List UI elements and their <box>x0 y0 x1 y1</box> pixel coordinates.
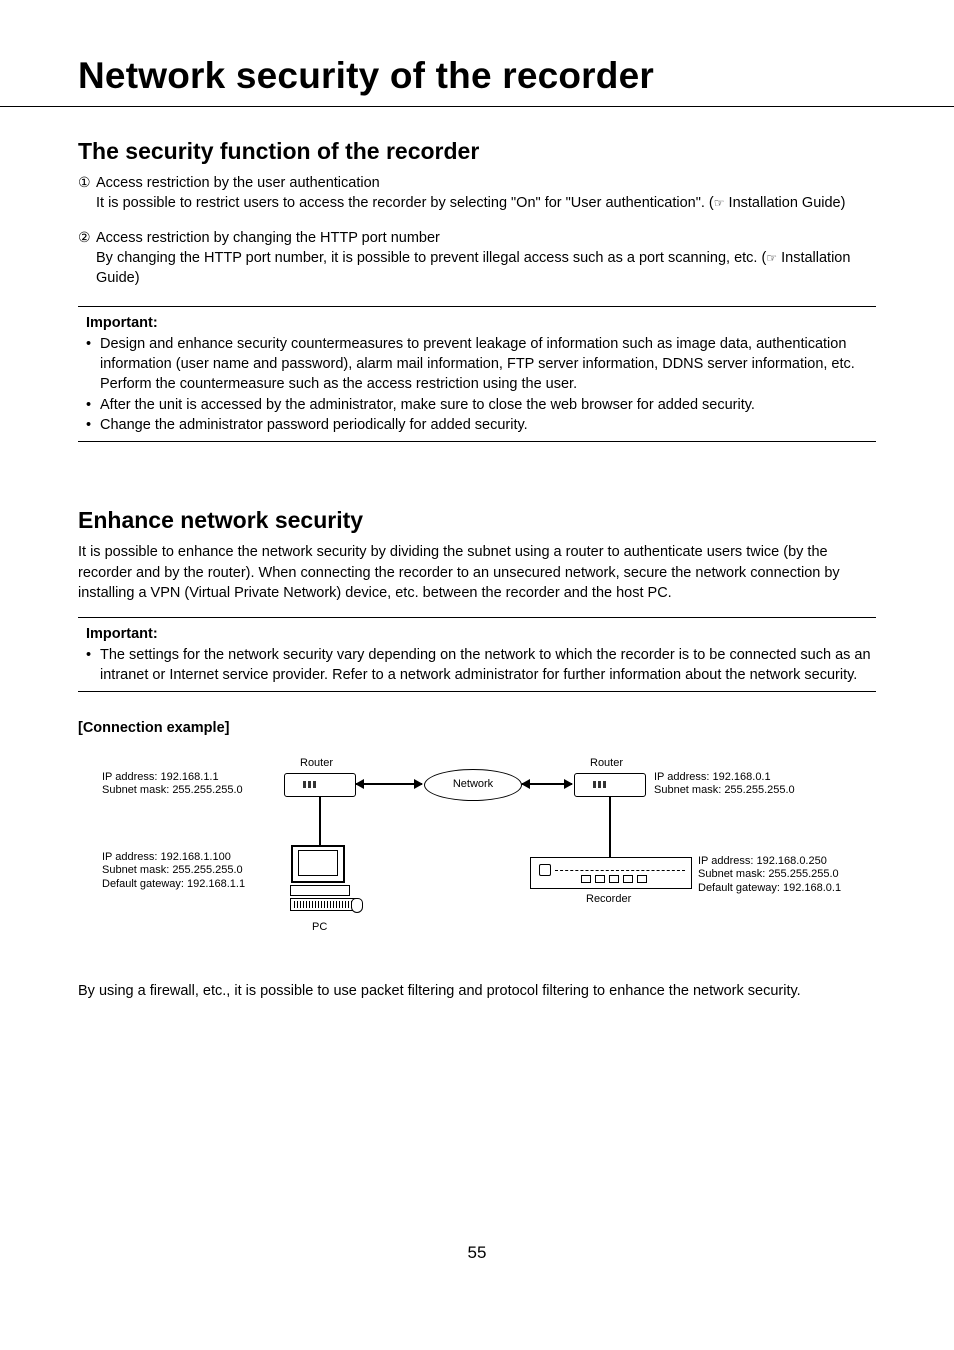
router-left-label: Router <box>300 757 333 771</box>
item-2-number: ② <box>78 228 96 248</box>
reference-icon: ☞ <box>766 251 777 265</box>
important-box-1: Important: •Design and enhance security … <box>78 306 876 442</box>
connector-line <box>609 797 611 857</box>
item-1: ① Access restriction by the user authent… <box>78 173 876 214</box>
recorder-device <box>530 857 692 889</box>
item-2-head: Access restriction by changing the HTTP … <box>96 228 440 248</box>
connection-example-title: [Connection example] <box>78 718 876 738</box>
item-2-body-a: By changing the HTTP port number, it is … <box>96 250 766 266</box>
bullet-icon: • <box>86 334 100 395</box>
important-label: Important: <box>78 624 876 644</box>
chapter-rule <box>0 106 954 107</box>
router-right-device <box>574 773 646 797</box>
important-2-bullet-1: The settings for the network security va… <box>100 645 876 686</box>
network-label: Network <box>453 777 493 792</box>
arrow-icon <box>522 783 572 785</box>
section1-title: The security function of the recorder <box>78 135 876 167</box>
item-1-body-b: Installation Guide) <box>725 195 846 211</box>
item-2-body: By changing the HTTP port number, it is … <box>78 248 876 289</box>
section2-para: It is possible to enhance the network se… <box>78 542 876 603</box>
reference-icon: ☞ <box>714 196 725 210</box>
bullet-icon: • <box>86 395 100 415</box>
item-1-head: Access restriction by the user authentic… <box>96 173 380 193</box>
item-1-body: It is possible to restrict users to acce… <box>78 193 876 213</box>
bullet-icon: • <box>86 415 100 435</box>
important-1-bullet-2: After the unit is accessed by the admini… <box>100 395 876 415</box>
pc-device <box>290 845 345 911</box>
important-list: •Design and enhance security countermeas… <box>78 334 876 435</box>
connection-diagram: Router IP address: 192.168.1.1 Subnet ma… <box>92 757 892 957</box>
router-left-device <box>284 773 356 797</box>
router-right-label: Router <box>590 757 623 771</box>
bullet-icon: • <box>86 645 100 686</box>
pc-info: IP address: 192.168.1.100 Subnet mask: 2… <box>102 851 245 892</box>
page-number: 55 <box>78 1241 876 1265</box>
router-left-info: IP address: 192.168.1.1 Subnet mask: 255… <box>102 771 243 799</box>
closing-para: By using a firewall, etc., it is possibl… <box>78 981 876 1001</box>
important-label: Important: <box>78 313 876 333</box>
recorder-info: IP address: 192.168.0.250 Subnet mask: 2… <box>698 855 841 896</box>
pc-label: PC <box>312 921 327 935</box>
item-1-body-a: It is possible to restrict users to acce… <box>96 195 714 211</box>
important-1-bullet-1: Design and enhance security countermeasu… <box>100 334 876 395</box>
page: Network security of the recorder The sec… <box>0 0 954 1295</box>
section2-title: Enhance network security <box>78 504 876 536</box>
recorder-label: Recorder <box>586 893 631 907</box>
item-1-number: ① <box>78 173 96 193</box>
item-2: ② Access restriction by changing the HTT… <box>78 228 876 289</box>
network-oval: Network <box>424 769 522 801</box>
chapter-title: Network security of the recorder <box>78 50 876 102</box>
important-box-2: Important: •The settings for the network… <box>78 617 876 692</box>
router-right-info: IP address: 192.168.0.1 Subnet mask: 255… <box>654 771 795 799</box>
important-list: •The settings for the network security v… <box>78 645 876 686</box>
connector-line <box>319 797 321 851</box>
important-1-bullet-3: Change the administrator password period… <box>100 415 876 435</box>
arrow-icon <box>356 783 422 785</box>
